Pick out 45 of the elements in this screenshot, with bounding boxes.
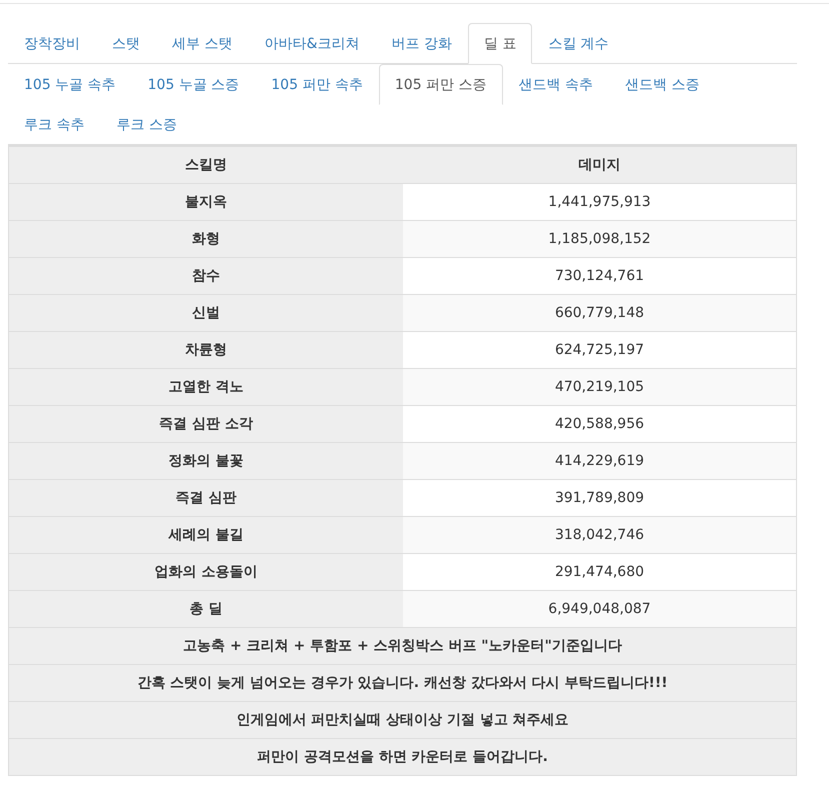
table-cell: 291,474,680 xyxy=(403,554,796,590)
table-cell: 즉결 심판 xyxy=(8,480,403,516)
note-cell: 인게임에서 퍼만치실때 상태이상 기절 넣고 쳐주세요 xyxy=(8,702,796,738)
table-cell: 즉결 심판 소각 xyxy=(8,406,403,442)
nav-tab[interactable]: 루크 속추 xyxy=(8,104,100,145)
table-cell: 차륜형 xyxy=(8,332,403,368)
table-cell: 660,779,148 xyxy=(403,294,796,332)
table-cell: 6,949,048,087 xyxy=(403,590,796,628)
table-cell: 1,185,098,152 xyxy=(403,220,796,258)
table-cell: 1,441,975,913 xyxy=(403,184,796,220)
nav-tab[interactable]: 스탯 xyxy=(96,23,156,64)
nav-tab[interactable]: 105 누골 속추 xyxy=(8,64,132,105)
table-cell: 414,229,619 xyxy=(403,442,796,480)
table-cell: 참수 xyxy=(8,258,403,294)
nav-tab[interactable]: 딜 표 xyxy=(468,23,532,64)
table-cell: 730,124,761 xyxy=(403,258,796,294)
table-cell: 불지옥 xyxy=(8,184,403,220)
table-cell: 업화의 소용돌이 xyxy=(8,554,403,590)
nav-tab[interactable]: 스킬 계수 xyxy=(532,23,625,64)
table-cell: 470,219,105 xyxy=(403,368,796,406)
nav-tab[interactable]: 아바타&크리쳐 xyxy=(248,23,376,64)
table-cell: 624,725,197 xyxy=(403,332,796,368)
nav-tab[interactable]: 105 퍼만 스증 xyxy=(378,64,502,105)
table-cell: 고열한 격노 xyxy=(8,368,403,406)
table-cell: 총 딜 xyxy=(8,590,403,628)
table-cell: 신벌 xyxy=(8,294,403,332)
table-cell: 화형 xyxy=(8,220,403,258)
nav-tab[interactable]: 샌드백 스증 xyxy=(608,64,716,105)
table-cell: 420,588,956 xyxy=(403,406,796,442)
column-header: 데미지 xyxy=(403,146,796,184)
nav-tab[interactable]: 세부 스탯 xyxy=(156,23,248,64)
nav-tab[interactable]: 105 누골 스증 xyxy=(132,64,256,105)
nav-tab[interactable]: 105 퍼만 속추 xyxy=(255,64,379,105)
table-cell: 정화의 불꽃 xyxy=(8,442,403,480)
note-cell: 간혹 스탯이 늦게 넘어오는 경우가 있습니다. 캐선창 갔다와서 다시 부탁드립니다!!! xyxy=(8,664,796,702)
table-cell: 세례의 불길 xyxy=(8,516,403,554)
nav-tab[interactable]: 버프 강화 xyxy=(375,23,468,64)
note-cell: 고농축 + 크리쳐 + 투함포 + 스위칭박스 버프 "노카운터"기준입니다 xyxy=(8,628,796,664)
column-header: 스킬명 xyxy=(8,146,403,184)
note-cell: 퍼만이 공격모션을 하면 카운터로 들어갑니다. xyxy=(8,738,796,776)
nav-tab[interactable]: 샌드백 속추 xyxy=(502,64,609,105)
table-cell: 391,789,809 xyxy=(403,480,796,516)
nav-tab[interactable]: 장착장비 xyxy=(8,23,96,64)
nav-tab[interactable]: 루크 스증 xyxy=(100,104,193,145)
table-cell: 318,042,746 xyxy=(403,516,796,554)
